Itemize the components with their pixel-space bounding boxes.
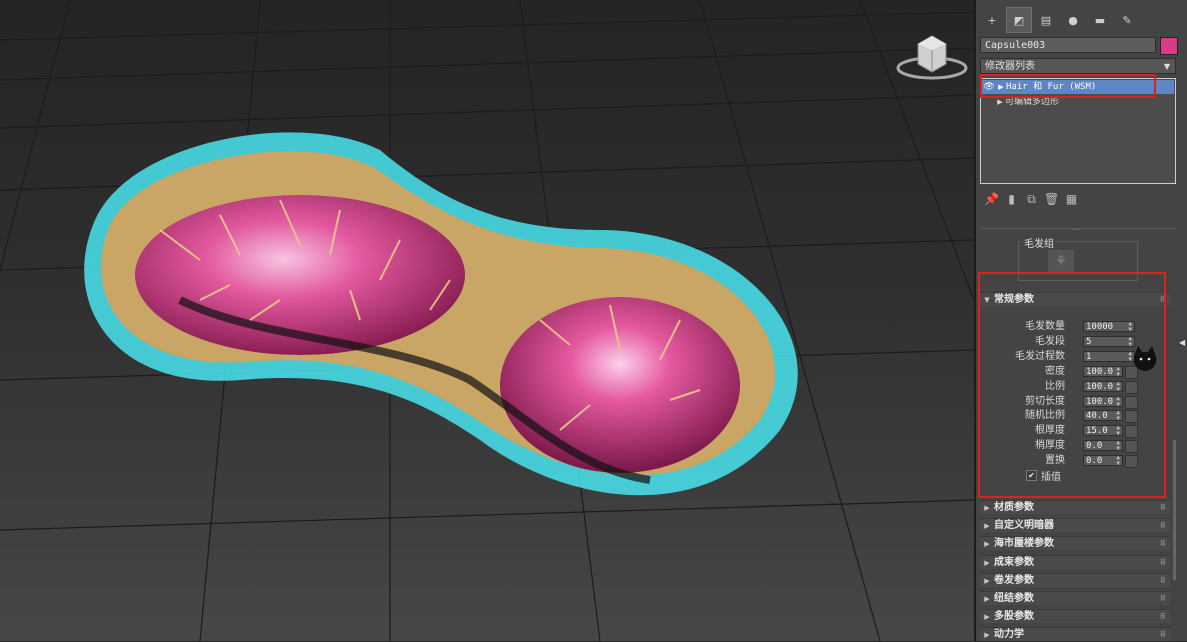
rollout-collapsed[interactable]: ▶ 材质参数 ⠿ (980, 500, 1170, 514)
rollout-collapsed[interactable]: ▶ 自定义明暗器 ⠿ (980, 518, 1170, 533)
rollout-grip-icon[interactable]: ⠿ (1160, 556, 1166, 570)
rollout-title: 动力学 (994, 629, 1024, 641)
expand-triangle-icon: ▶ (984, 540, 990, 549)
expand-triangle-icon: ▶ (984, 522, 990, 531)
expand-triangle-icon: ▶ (984, 595, 990, 603)
modify-tab[interactable]: ◩ (1006, 7, 1032, 33)
rollout-grip-icon[interactable]: ⠿ (1160, 574, 1166, 588)
rollout-title: 自定义明暗器 (994, 520, 1054, 532)
panel-scrollbar[interactable] (1173, 440, 1176, 580)
rollout-grip-icon[interactable]: ⠿ (1160, 628, 1166, 642)
display-icon: ▬ (1094, 13, 1106, 27)
rollout-title: 纽结参数 (994, 593, 1034, 604)
motion-tab[interactable]: ● (1061, 8, 1085, 32)
viewport-perspective[interactable] (0, 0, 974, 641)
rollout-grip-icon[interactable]: ⠿ (1160, 501, 1166, 515)
panel-edge-arrow-icon[interactable]: ◀ (1179, 338, 1185, 347)
configure-modifier-sets-icon[interactable]: ▦ (1064, 192, 1079, 207)
expand-triangle-icon: ▶ (984, 576, 990, 585)
hierarchy-icon: ▤ (1040, 13, 1052, 27)
command-panel-tabs: + ◩ ▤ ● ▬ ✎ (980, 7, 1139, 33)
expand-triangle-icon: ▶ (984, 613, 990, 622)
hair-group-title: 毛发组 (1022, 235, 1056, 250)
object-name-field[interactable]: Capsule003 (980, 37, 1156, 53)
fur-capsule-object (84, 132, 798, 496)
rollout-collapsed[interactable]: ▶ 纽结参数 ⠿ (980, 591, 1170, 605)
utilities-wrench-icon: ✎ (1122, 13, 1132, 27)
pin-stack-icon[interactable]: 📌 (984, 192, 999, 207)
expand-triangle-icon: ▶ (984, 558, 990, 567)
rollout-grip-icon[interactable]: ⠿ (1160, 592, 1166, 606)
hierarchy-tab[interactable]: ▤ (1034, 8, 1058, 32)
resize-grip-icon[interactable]: ···· (1072, 226, 1081, 234)
rollout-collapsed[interactable]: ▶ 多股参数 ⠿ (980, 609, 1170, 624)
stack-toolbar: 📌 ▮ ⧉ 🗑 ▦ (984, 192, 1079, 207)
modifier-list-dropdown[interactable]: 修改器列表 ▼ (980, 58, 1176, 74)
cat-mascot-icon (1133, 346, 1157, 371)
rollout-title: 材质参数 (994, 502, 1034, 513)
hair-group-tool-icon[interactable]: ⚘ (1048, 250, 1074, 272)
create-tab[interactable]: + (980, 8, 1004, 32)
motion-icon: ● (1068, 13, 1078, 27)
highlight-box-modifier (980, 74, 1156, 98)
rollout-collapsed[interactable]: ▶ 卷发参数 ⠿ (980, 572, 1170, 588)
scene-canvas[interactable] (0, 0, 974, 641)
rollout-grip-icon[interactable]: ⠿ (1160, 537, 1166, 551)
rollout-grip-icon[interactable]: ⠿ (1160, 610, 1166, 624)
viewcube[interactable] (896, 30, 968, 82)
expand-triangle-icon: ▶ (984, 504, 990, 512)
expand-triangle-icon: ▶ (984, 631, 990, 640)
dropdown-arrow-icon: ▼ (1163, 62, 1170, 71)
object-color-swatch[interactable] (1160, 37, 1178, 55)
remove-modifier-trash-icon[interactable]: 🗑 (1044, 192, 1059, 207)
make-unique-icon[interactable]: ⧉ (1024, 192, 1039, 207)
rollout-collapsed[interactable]: ▶ 海市蜃楼参数 ⠿ (980, 536, 1170, 551)
utilities-tab[interactable]: ✎ (1115, 8, 1139, 32)
modify-icon: ◩ (1013, 13, 1025, 27)
show-end-result-icon[interactable]: ▮ (1004, 192, 1019, 207)
modifier-list-label: 修改器列表 (985, 61, 1035, 72)
rollout-title: 多股参数 (994, 611, 1034, 623)
rollout-title: 成束参数 (994, 556, 1034, 568)
rollout-title: 海市蜃楼参数 (994, 538, 1054, 550)
rollout-collapsed[interactable]: ▶ 成束参数 ⠿ (980, 554, 1170, 570)
highlight-box-general-params (978, 272, 1166, 498)
rollout-collapsed[interactable]: ▶ 动力学 ⠿ (980, 627, 1170, 642)
rollout-title: 卷发参数 (994, 574, 1034, 586)
rollout-grip-icon[interactable]: ⠿ (1160, 519, 1166, 533)
display-tab[interactable]: ▬ (1088, 8, 1112, 32)
create-plus-icon: + (987, 13, 997, 27)
